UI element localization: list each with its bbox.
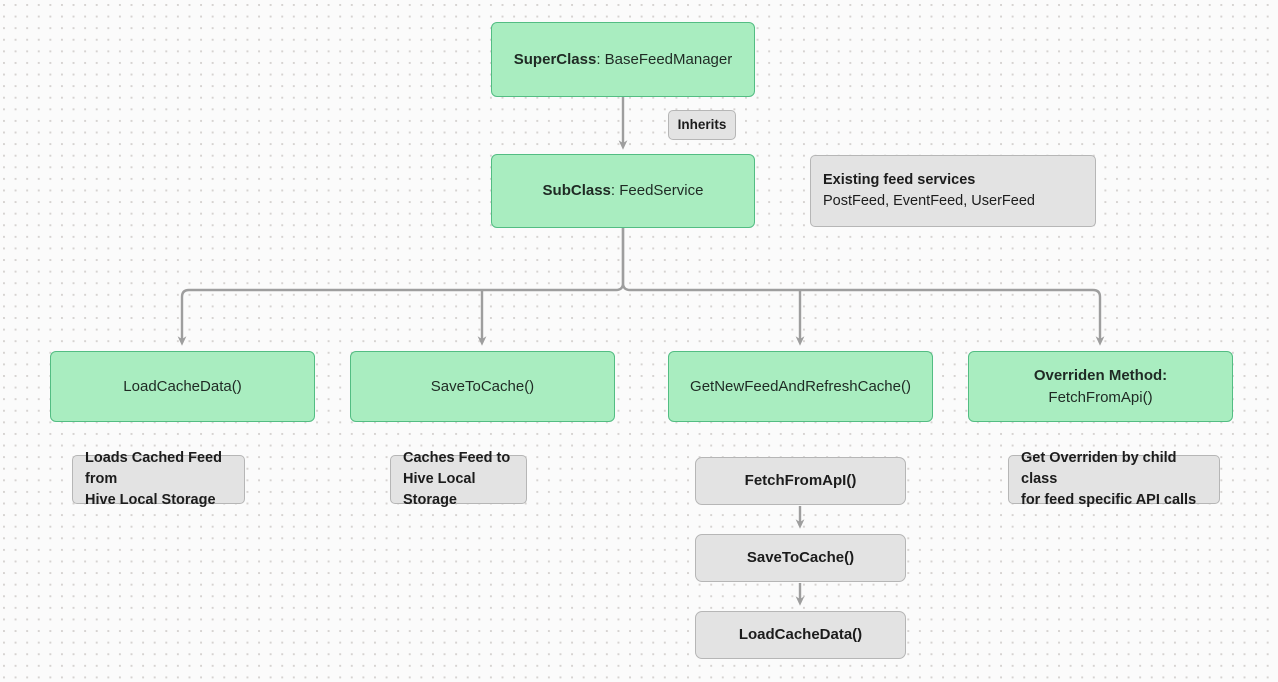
node-subclass[interactable]: SubClass: FeedService [491,154,755,228]
subclass-value: : FeedService [610,182,704,200]
node-chain-fetchfromapi[interactable]: FetchFromApI() [695,457,906,505]
node-overriden-method[interactable]: Overriden Method: FetchFromApi() [968,351,1233,422]
note-caches-feed-line1: Caches Feed to [403,449,511,466]
node-method-savetocache[interactable]: SaveToCache() [350,351,615,422]
inherits-chip-label: Inherits [677,117,727,133]
node-chain-savetocache[interactable]: SaveToCache() [695,534,906,582]
note-caches-feed-line2: Hive Local Storage [403,471,476,509]
method-loadcachedata-label: LoadCacheData() [123,377,242,395]
existing-services-list: PostFeed, EventFeed, UserFeed [823,193,1035,209]
chain-fetchfromapi-label: FetchFromApI() [744,472,857,490]
node-superclass[interactable]: SuperClass: BaseFeedManager [491,22,755,97]
node-method-loadcachedata[interactable]: LoadCacheData() [50,351,315,422]
method-getnewfeed-label: GetNewFeedAndRefreshCache() [690,377,911,395]
note-loads-cached-feed[interactable]: Loads Cached Feed from Hive Local Storag… [72,450,245,508]
node-chain-loadcachedata[interactable]: LoadCacheData() [695,611,906,659]
existing-services-title: Existing feed services [823,171,976,188]
superclass-keyword: SuperClass [513,50,597,68]
chain-savetocache-label: SaveToCache() [746,549,855,567]
node-existing-feed-services-note[interactable]: Existing feed services PostFeed, EventFe… [810,155,1096,227]
chain-loadcachedata-label: LoadCacheData() [738,626,863,644]
method-savetocache-label: SaveToCache() [430,377,535,395]
note-get-overriden-line1: Get Overriden by child class [1021,449,1177,487]
node-superclass-label: SuperClass: BaseFeedManager [514,49,732,71]
note-get-overriden[interactable]: Get Overriden by child class for feed sp… [1008,450,1220,508]
node-subclass-label: SubClass: FeedService [543,180,704,202]
superclass-value: : BaseFeedManager [596,50,733,68]
note-get-overriden-line2: for feed specific API calls [1021,492,1197,509]
node-inherits-chip[interactable]: Inherits [668,110,736,140]
overriden-method-title: Overriden Method: [1033,366,1168,384]
node-method-getnewfeedandrefreshcache[interactable]: GetNewFeedAndRefreshCache() [668,351,933,422]
diagram-canvas[interactable] [0,0,1278,682]
note-loads-cached-feed-line2: Hive Local Storage [85,492,216,509]
note-caches-feed[interactable]: Caches Feed to Hive Local Storage [390,450,527,508]
note-loads-cached-feed-line1: Loads Cached Feed from [85,449,222,487]
overriden-method-subtitle: FetchFromApi() [1048,388,1153,406]
subclass-keyword: SubClass [542,182,611,200]
